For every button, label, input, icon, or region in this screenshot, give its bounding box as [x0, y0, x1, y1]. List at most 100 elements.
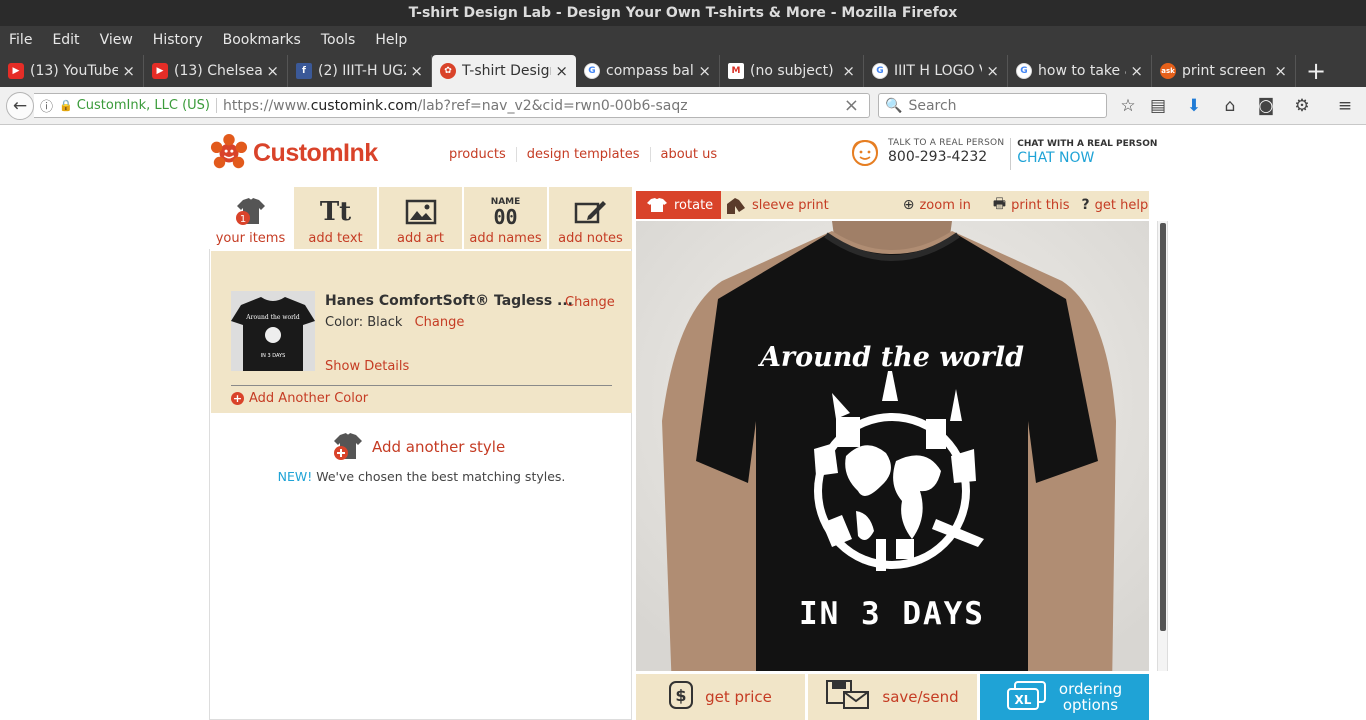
custom-ink-icon: ✿ [440, 63, 456, 79]
get-price-label: get price [705, 688, 772, 706]
tool-label: add notes [558, 231, 623, 246]
tab-label: print screen - [1182, 63, 1271, 79]
google-icon: G [584, 63, 600, 79]
menu-file[interactable]: File [9, 32, 32, 48]
save-send-label: save/send [882, 688, 959, 706]
design-subline: IN 3 DAYS [799, 596, 985, 632]
extension-icon[interactable]: ⚙ [1292, 96, 1312, 116]
product-name: Hanes ComfortSoft® Tagless ... [325, 293, 573, 309]
close-icon[interactable]: × [986, 62, 999, 80]
reading-list-icon[interactable]: ▤ [1148, 96, 1168, 116]
design-toolbar: rotate sleeve print ⊕ zoom in 🖶 print this… [636, 191, 1149, 219]
design-scrollbar[interactable] [1157, 221, 1168, 671]
info-icon[interactable]: ⓘ [40, 96, 53, 115]
help-button[interactable]: ? get help [1082, 197, 1149, 213]
tab-label: how to take a [1038, 63, 1127, 79]
tab-print-screen[interactable]: ask print screen - × [1152, 55, 1296, 87]
tab-label: T-shirt Design [462, 63, 552, 79]
picture-icon [405, 195, 437, 229]
close-icon[interactable]: × [1274, 62, 1287, 80]
custom-ink-logo[interactable]: CustomInk [210, 134, 378, 172]
add-color-link[interactable]: + Add Another Color [231, 391, 368, 406]
tab-gmail[interactable]: M (no subject) - × [720, 55, 864, 87]
tab-your-items[interactable]: 1 your items [209, 187, 294, 249]
ordering-label-line1: ordering [1058, 680, 1123, 698]
site-nav: products design templates about us [449, 147, 737, 162]
home-icon[interactable]: ⌂ [1220, 96, 1240, 116]
google-icon: G [1016, 63, 1032, 79]
ordering-options-button[interactable]: XL ordering options [980, 674, 1149, 720]
chat-now-link[interactable]: CHAT NOW [1017, 150, 1157, 166]
tab-compass[interactable]: Gcompass balco× [576, 55, 720, 87]
tab-how-to[interactable]: Ghow to take a × [1008, 55, 1152, 87]
bookmark-star-icon[interactable]: ☆ [1118, 96, 1138, 116]
tab-add-art[interactable]: add art [379, 187, 464, 249]
menu-history[interactable]: History [153, 32, 203, 48]
print-button[interactable]: 🖶 print this [993, 193, 1070, 217]
add-style-button[interactable]: Add another style [332, 431, 505, 463]
clear-url-icon[interactable]: × [844, 95, 859, 116]
tab-label: compass balco [606, 63, 694, 79]
close-icon[interactable]: × [1130, 62, 1143, 80]
add-color-label: Add Another Color [249, 391, 369, 406]
tab-chelsea[interactable]: ▶ (13) Chelsea C× [144, 55, 288, 87]
search-input[interactable]: 🔍 Search [878, 93, 1107, 118]
close-icon[interactable]: × [122, 62, 135, 80]
url-bar[interactable]: ⓘ 🔒 CustomInk, LLC (US) https://www. cust… [34, 93, 870, 118]
number-glyph: 00 [493, 205, 518, 229]
nav-products[interactable]: products [449, 147, 517, 162]
menu-bar: File Edit View History Bookmarks Tools H… [0, 26, 1366, 53]
tab-add-notes[interactable]: add notes [549, 187, 632, 249]
tab-iiith-ug[interactable]: f (2) IIIT-H UG2 × [288, 55, 432, 87]
menu-bookmarks[interactable]: Bookmarks [223, 32, 301, 48]
close-icon[interactable]: × [698, 62, 711, 80]
menu-view[interactable]: View [100, 32, 133, 48]
tab-add-names[interactable]: NAME 00 add names [464, 187, 549, 249]
tab-iiith-logo[interactable]: G IIIT H LOGO V × [864, 55, 1008, 87]
menu-edit[interactable]: Edit [52, 32, 79, 48]
nav-about-us[interactable]: about us [661, 147, 728, 162]
close-icon[interactable]: × [266, 62, 279, 80]
save-send-button[interactable]: save/send [808, 674, 977, 720]
tshirt-preview: Around the world IN 3 DAYS [636, 221, 1149, 671]
scrollbar-thumb[interactable] [1160, 223, 1166, 631]
zoom-in-button[interactable]: ⊕ zoom in [903, 197, 971, 213]
menu-tools[interactable]: Tools [321, 32, 356, 48]
back-button[interactable]: ← [6, 91, 34, 120]
youtube-icon: ▶ [8, 63, 24, 79]
chat-label: CHAT WITH A REAL PERSON [1017, 139, 1158, 149]
design-canvas[interactable]: Around the world IN 3 DAYS [636, 221, 1149, 671]
close-icon[interactable]: × [555, 62, 568, 80]
google-icon: G [872, 63, 888, 79]
close-icon[interactable]: × [842, 62, 855, 80]
print-label: print this [1011, 197, 1070, 213]
svg-text:XL: XL [1014, 693, 1031, 707]
pocket-icon[interactable]: ◙ [1256, 96, 1276, 116]
close-icon[interactable]: × [410, 62, 423, 80]
site-identity[interactable]: CustomInk, LLC (US) [77, 98, 217, 113]
phone-number[interactable]: 800-293-4232 [888, 149, 1004, 165]
get-price-button[interactable]: $ get price [636, 674, 805, 720]
rotate-button[interactable]: rotate [636, 191, 721, 219]
change-product-link[interactable]: Change [565, 295, 615, 310]
product-thumbnail[interactable]: Around the world IN 3 DAYS [231, 291, 315, 371]
tab-add-text[interactable]: Tt add text [294, 187, 379, 249]
color-value: Black [367, 315, 403, 330]
url-prefix: https://www. [223, 97, 311, 114]
tab-tshirt-design[interactable]: ✿ T-shirt Design × [432, 55, 576, 87]
tab-youtube[interactable]: ▶ (13) YouTube × [0, 55, 144, 87]
menu-help[interactable]: Help [375, 32, 407, 48]
sleeve-label: sleeve print [752, 197, 829, 213]
new-tab-button[interactable]: + [1296, 55, 1336, 87]
change-color-link[interactable]: Change [415, 315, 465, 330]
talk-block: TALK TO A REAL PERSON 800-293-4232 [888, 138, 1004, 165]
sleeve-print-button[interactable]: sleeve print [725, 196, 829, 214]
zoom-in-icon: ⊕ [902, 197, 915, 213]
download-icon[interactable]: ⬇ [1184, 96, 1204, 116]
talk-label: TALK TO A REAL PERSON [888, 138, 1005, 148]
tool-label: add text [308, 231, 363, 246]
svg-text:1: 1 [239, 214, 245, 225]
show-details-link[interactable]: Show Details [325, 359, 409, 374]
nav-design-templates[interactable]: design templates [527, 147, 651, 162]
hamburger-menu-icon[interactable]: ≡ [1335, 96, 1355, 116]
